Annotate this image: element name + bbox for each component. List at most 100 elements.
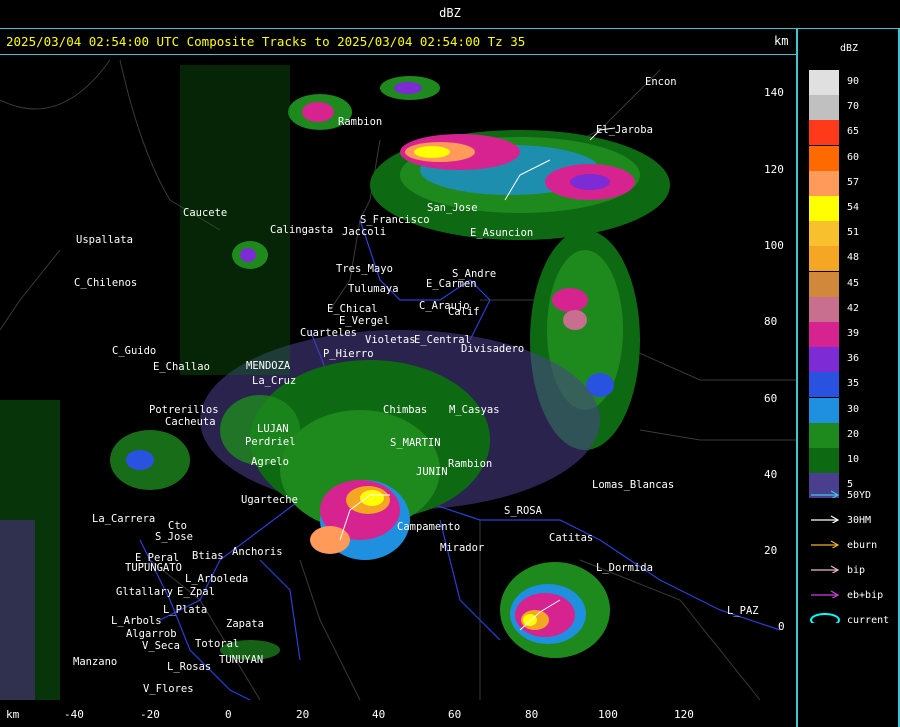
frame-legend-divider	[796, 28, 798, 727]
place-label: Catitas	[549, 532, 594, 544]
legend-swatch-51	[809, 221, 839, 247]
place-label: San_Jose	[427, 202, 478, 214]
place-label: TUNUYAN	[219, 654, 264, 666]
place-label: Campamento	[397, 521, 461, 533]
place-label: Btias	[192, 550, 224, 562]
place-label: Ugarteche	[241, 494, 298, 506]
legend-swatch-57	[809, 170, 839, 196]
place-label: La_Carrera	[92, 513, 156, 525]
legend-swatch-48	[809, 246, 839, 272]
legend-swatch-60	[809, 145, 839, 171]
legend-label: 70	[847, 101, 860, 113]
place-label: Mirador	[440, 542, 485, 554]
place-label: M_Casyas	[449, 404, 500, 416]
place-label: Violetas	[365, 334, 416, 346]
place-label: E_Asuncion	[470, 227, 534, 239]
legend-swatch-10	[809, 448, 839, 473]
place-label: L_Arboleda	[185, 573, 249, 585]
legend-swatch-36	[809, 347, 839, 373]
place-label: JUNIN	[416, 466, 448, 478]
x-tick-120: 120	[674, 708, 694, 721]
legend-label: 51	[847, 227, 860, 239]
place-label: Cacheuta	[165, 416, 216, 428]
echo-rambion-core	[302, 102, 334, 122]
y-tick-100: 100	[764, 239, 784, 252]
place-label: Totoral	[195, 638, 240, 650]
y-axis-unit: km	[774, 34, 789, 48]
place-label: Anchoris	[232, 546, 283, 558]
header-timestamp: 2025/03/04 02:54:00 UTC Composite Tracks…	[6, 34, 526, 49]
place-label: Rambion	[338, 116, 383, 128]
place-label: La_Cruz	[252, 375, 297, 387]
y-tick-80: 80	[764, 315, 778, 328]
place-label: LUJAN	[257, 423, 289, 435]
title-text: dBZ	[439, 6, 461, 20]
legend-label: 5	[847, 479, 854, 491]
place-label: L_Rosas	[167, 661, 212, 673]
place-label: El_Jaroba	[596, 124, 653, 136]
place-label: Agrelo	[251, 456, 289, 468]
legend-swatch-54	[809, 196, 839, 221]
y-tick-140: 140	[764, 86, 784, 99]
place-label: Algarrob	[126, 628, 177, 640]
track-label: bip	[847, 565, 866, 576]
place-label: L_Plata	[163, 604, 208, 616]
x-tick-100: 100	[598, 708, 618, 721]
track-label: 30HM	[847, 515, 872, 526]
place-label: L_Arbols	[111, 615, 162, 627]
echo-west-strip3	[0, 520, 35, 700]
title-bar: dBZ	[0, 0, 900, 28]
echo-sw-cell-core	[126, 450, 154, 470]
place-label: L_PAZ	[727, 605, 759, 617]
x-tick-60: 60	[448, 708, 462, 721]
echo-north-cell-core	[394, 82, 422, 94]
y-tick-20: 20	[764, 544, 778, 557]
track-arrow-icon	[811, 540, 840, 548]
place-label: E_Challao	[153, 361, 210, 373]
place-label: L_Dormida	[596, 562, 653, 574]
x-tick-m40: -40	[64, 708, 84, 721]
x-tick-80: 80	[525, 708, 539, 721]
legend-swatch-65	[809, 120, 839, 146]
track-arrow-icon	[811, 490, 840, 498]
place-label: Potrerillos	[149, 404, 219, 416]
place-label: Encon	[645, 76, 677, 88]
echo-ne-purple	[570, 174, 610, 190]
y-tick-60: 60	[764, 392, 778, 405]
legend-label: 48	[847, 252, 860, 264]
legend-swatch-90	[809, 70, 839, 95]
legend-label: 65	[847, 126, 860, 138]
echo-west-strip1	[180, 65, 290, 375]
place-label: Perdriel	[245, 436, 296, 448]
place-label: S_ROSA	[504, 505, 542, 517]
y-tick-120: 120	[764, 163, 784, 176]
place-label: Jaccoli	[342, 226, 387, 238]
place-label: C_Guido	[112, 345, 157, 357]
x-unit: km	[6, 708, 20, 721]
radar-echoes	[0, 65, 670, 700]
legend-swatch-20	[809, 422, 839, 448]
echo-se-yellow	[523, 614, 537, 626]
track-arrow-icon	[811, 515, 840, 523]
x-tick-m20: -20	[140, 708, 160, 721]
place-label: E_Vergel	[339, 315, 390, 327]
place-label: Zapata	[226, 618, 264, 630]
legend-swatch-42	[809, 296, 839, 322]
legend-label: 20	[847, 428, 860, 440]
legend-swatch-45	[809, 271, 839, 297]
track-arrow-icon	[811, 565, 840, 573]
place-label: Manzano	[73, 656, 118, 668]
place-label: Gltallary	[116, 586, 173, 598]
echo-ne-yellow	[414, 146, 450, 158]
place-label: P_Hierro	[323, 348, 374, 360]
legend-label: 10	[847, 454, 860, 465]
echo-east-cell1	[552, 288, 588, 312]
echo-east-cell3	[563, 310, 587, 330]
track-label: eburn	[847, 540, 878, 551]
place-label: Uspallata	[76, 234, 133, 246]
place-label: Tres_Mayo	[336, 263, 393, 275]
legend-label: 54	[847, 202, 860, 213]
legend-label: 30	[847, 403, 860, 415]
legend-label: 57	[847, 176, 860, 188]
track-label: 50YD	[847, 490, 872, 501]
